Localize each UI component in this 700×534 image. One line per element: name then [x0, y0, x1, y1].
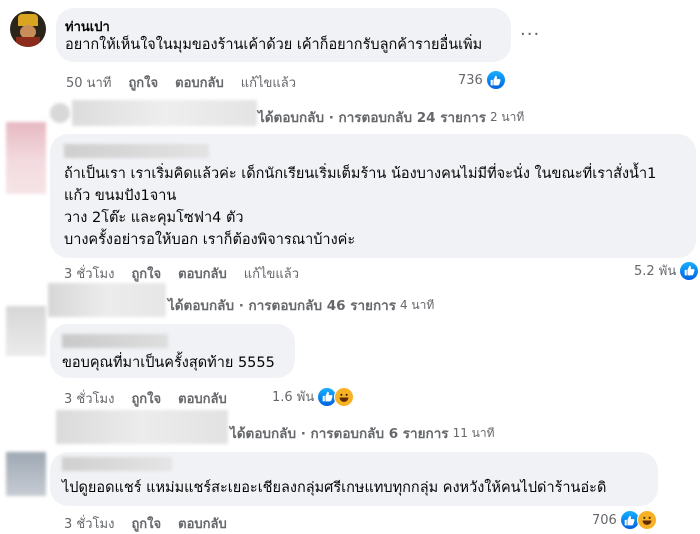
- comment-text: ไปดูยอดแชร์ แหม่มแชร์สะเยอะเชียลงกลุ่มศร…: [62, 480, 607, 496]
- reaction-count: 1.6 พัน: [272, 390, 315, 405]
- comment-time[interactable]: 50 นาที: [66, 72, 111, 93]
- like-reaction-icon: [485, 70, 506, 90]
- edited-label[interactable]: แก้ไขแล้ว: [241, 72, 296, 93]
- reply-author-redacted: [48, 283, 166, 317]
- haha-reaction-icon: [636, 510, 657, 530]
- comment-actions: 3 ชั่วโมง ถูกใจ ตอบกลับ: [64, 388, 227, 409]
- more-dots-icon[interactable]: ···: [520, 24, 540, 45]
- reaction-summary[interactable]: 5.2 พัน: [634, 260, 700, 281]
- reply-button[interactable]: ตอบกลับ: [175, 72, 224, 93]
- replies-count: ได้ตอบกลับ · การตอบกลับ 24 รายการ: [258, 110, 486, 126]
- reaction-summary[interactable]: 706: [592, 510, 657, 530]
- comment-text: ขอบคุณที่มาเป็นครั้งสุดท้าย 5555: [62, 355, 275, 371]
- comment-text-line: แก้ว ขนมปัง1จาน: [64, 188, 177, 204]
- reply-button[interactable]: ตอบกลับ: [178, 513, 227, 534]
- reaction-count: 706: [592, 512, 617, 528]
- comment-text-line: บางครั้งอย่ารอให้บอก เราก็ต้องพิจารณาบ้า…: [64, 232, 356, 248]
- reaction-count: 736: [458, 72, 483, 88]
- comment-bubble: ถ้าเป็นเรา เราเริ่มคิดแล้วค่ะ เด็กนักเรี…: [50, 134, 696, 258]
- like-button[interactable]: ถูกใจ: [131, 513, 161, 534]
- avatar[interactable]: [6, 306, 46, 356]
- comment-bubble: ท่านเปา อยากให้เห็นใจในมุมของร้านเค้าด้ว…: [56, 8, 511, 62]
- like-button[interactable]: ถูกใจ: [131, 388, 161, 409]
- view-replies-link[interactable]: ได้ตอบกลับ · การตอบกลับ 6 รายการ 11 นาที: [230, 422, 495, 444]
- comment-bubble: ขอบคุณที่มาเป็นครั้งสุดท้าย 5555: [50, 324, 295, 378]
- comment-author-redacted: [64, 144, 209, 158]
- view-replies-link[interactable]: ได้ตอบกลับ · การตอบกลับ 24 รายการ 2 นาที: [258, 106, 524, 128]
- reaction-summary[interactable]: 736: [458, 70, 506, 90]
- like-button[interactable]: ถูกใจ: [128, 72, 158, 93]
- reply-time: 11 นาที: [452, 425, 495, 440]
- comment-text-line: ถ้าเป็นเรา เราเริ่มคิดแล้วค่ะ เด็กนักเรี…: [64, 166, 657, 182]
- reply-button[interactable]: ตอบกลับ: [178, 388, 227, 409]
- comment-actions: 3 ชั่วโมง ถูกใจ ตอบกลับ แก้ไขแล้ว: [64, 263, 299, 284]
- avatar[interactable]: [10, 11, 46, 47]
- haha-reaction-icon: [334, 386, 355, 407]
- comment-text: อยากให้เห็นใจในมุมของร้านเค้าด้วย เค้าก็…: [65, 37, 483, 53]
- reply-button[interactable]: ตอบกลับ: [178, 263, 227, 284]
- reaction-summary[interactable]: 1.6 พัน: [272, 386, 355, 407]
- avatar[interactable]: [6, 122, 46, 194]
- view-replies-link[interactable]: ได้ตอบกลับ · การตอบกลับ 46 รายการ 4 นาที: [168, 294, 434, 316]
- comment-actions: 3 ชั่วโมง ถูกใจ ตอบกลับ: [64, 513, 227, 534]
- avatar[interactable]: [6, 452, 46, 496]
- reply-author-redacted: [56, 410, 228, 444]
- comment-time[interactable]: 3 ชั่วโมง: [64, 388, 114, 409]
- like-button[interactable]: ถูกใจ: [131, 263, 161, 284]
- reply-time: 4 นาที: [399, 297, 435, 312]
- edited-label[interactable]: แก้ไขแล้ว: [244, 263, 299, 284]
- replies-count: ได้ตอบกลับ · การตอบกลับ 6 รายการ: [230, 426, 449, 442]
- comment-author-redacted: [62, 334, 168, 348]
- comment-text-line: วาง 2โต๊ะ และคุมโซฟา4 ตัว: [64, 210, 244, 226]
- reply-time: 2 นาที: [489, 109, 525, 124]
- like-reaction-icon: [679, 260, 700, 281]
- comment-time[interactable]: 3 ชั่วโมง: [64, 263, 114, 284]
- comment-time[interactable]: 3 ชั่วโมง: [64, 513, 114, 534]
- reply-author-redacted: [72, 100, 257, 126]
- reaction-count: 5.2 พัน: [634, 264, 677, 279]
- reply-avatar: [50, 103, 70, 123]
- comment-author-redacted: [62, 457, 172, 471]
- comment-actions: 50 นาที ถูกใจ ตอบกลับ แก้ไขแล้ว: [66, 72, 296, 93]
- replies-count: ได้ตอบกลับ · การตอบกลับ 46 รายการ: [168, 298, 396, 314]
- comment-bubble: ไปดูยอดแชร์ แหม่มแชร์สะเยอะเชียลงกลุ่มศร…: [50, 452, 658, 506]
